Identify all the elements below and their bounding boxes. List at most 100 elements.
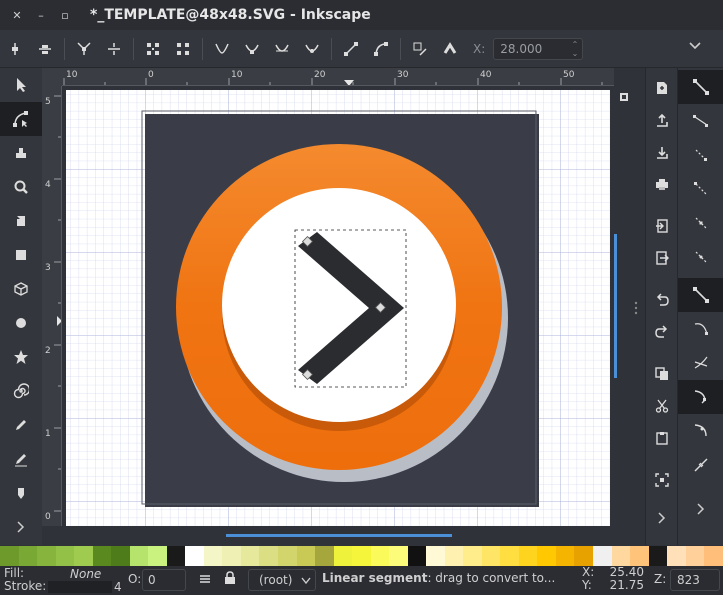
palette-swatch[interactable] <box>500 546 519 566</box>
snap-bbox-icon[interactable] <box>678 104 723 138</box>
palette-swatch[interactable] <box>463 546 482 566</box>
palette-swatch[interactable] <box>148 546 167 566</box>
palette-swatch[interactable] <box>685 546 705 566</box>
palette-swatch[interactable] <box>185 546 204 566</box>
more-tools-chevron-right-icon[interactable] <box>0 510 42 544</box>
x-stepper-icon[interactable]: ⌃ ⌄ <box>572 40 579 58</box>
panel-handle-icon[interactable] <box>634 300 638 316</box>
paste-icon[interactable] <box>646 422 678 454</box>
palette-swatch[interactable] <box>333 546 353 566</box>
cut-icon[interactable] <box>646 390 678 422</box>
import-icon[interactable] <box>646 210 678 242</box>
vertical-scrollbar[interactable] <box>614 86 645 540</box>
snap-bbox-center-icon[interactable] <box>678 240 723 274</box>
new-document-icon[interactable] <box>646 72 678 104</box>
export-icon[interactable] <box>646 242 678 274</box>
selector-tool-icon[interactable] <box>0 68 42 102</box>
zoom-selection-icon[interactable] <box>646 464 678 496</box>
palette-swatch[interactable] <box>240 546 260 566</box>
palette-swatch[interactable] <box>537 546 556 566</box>
palette-swatch[interactable] <box>370 546 390 566</box>
ellipse-tool-icon[interactable] <box>0 306 42 340</box>
spiral-tool-icon[interactable] <box>0 374 42 408</box>
vertical-scroll-thumb[interactable] <box>614 234 617 378</box>
join-nodes-icon[interactable] <box>69 34 99 64</box>
snap-more-chevron-right-icon[interactable] <box>678 492 723 526</box>
zoom-tool-icon[interactable] <box>0 170 42 204</box>
palette-swatch[interactable] <box>667 546 686 566</box>
save-document-icon[interactable] <box>646 136 678 168</box>
palette-swatch[interactable] <box>92 546 112 566</box>
snap-cusp-nodes-icon[interactable] <box>678 380 723 414</box>
delete-segment-icon[interactable] <box>168 34 198 64</box>
print-icon[interactable] <box>646 168 678 200</box>
palette-swatch[interactable] <box>259 546 278 566</box>
palette-swatch[interactable] <box>18 546 38 566</box>
undo-icon[interactable] <box>646 284 678 316</box>
snap-bbox-edge-icon[interactable] <box>678 138 723 172</box>
palette-swatch[interactable] <box>518 546 538 566</box>
palette-swatch[interactable] <box>222 546 241 566</box>
stroke-to-path-icon[interactable] <box>435 34 465 64</box>
horizontal-scroll-thumb[interactable] <box>226 534 452 537</box>
palette-swatch[interactable] <box>111 546 130 566</box>
palette-swatch[interactable] <box>74 546 93 566</box>
snap-smooth-nodes-icon[interactable] <box>678 414 723 448</box>
drawing-canvas[interactable] <box>62 86 614 526</box>
3dbox-tool-icon[interactable] <box>0 272 42 306</box>
pen-tool-icon[interactable] <box>0 442 42 476</box>
palette-swatch[interactable] <box>0 546 19 566</box>
palette-swatch[interactable] <box>407 546 427 566</box>
measure-tool-icon[interactable] <box>0 204 42 238</box>
palette-swatch[interactable] <box>296 546 316 566</box>
delete-nodes-icon[interactable] <box>30 34 60 64</box>
close-window-icon[interactable]: ✕ <box>10 8 24 22</box>
palette-swatch[interactable] <box>315 546 334 566</box>
stroke-indicator[interactable] <box>48 581 112 593</box>
break-path-icon[interactable] <box>99 34 129 64</box>
stroke-width-value[interactable]: 4 <box>114 580 122 594</box>
star-tool-icon[interactable] <box>0 340 42 374</box>
palette-swatch[interactable] <box>55 546 75 566</box>
node-symmetric-icon[interactable] <box>267 34 297 64</box>
palette-swatch[interactable] <box>444 546 464 566</box>
current-layer-dropdown[interactable]: (root) <box>248 569 316 591</box>
palette-swatch[interactable] <box>611 546 631 566</box>
palette-swatch[interactable] <box>555 546 575 566</box>
tweak-tool-icon[interactable] <box>0 136 42 170</box>
segment-curve-icon[interactable] <box>366 34 396 64</box>
snap-path-icon[interactable] <box>678 312 723 346</box>
calligraphy-tool-icon[interactable] <box>0 476 42 510</box>
palette-swatch[interactable] <box>481 546 501 566</box>
maximize-window-icon[interactable]: ▫ <box>58 8 72 22</box>
palette-swatch[interactable] <box>352 546 371 566</box>
node-smooth-icon[interactable] <box>237 34 267 64</box>
palette-swatch[interactable] <box>389 546 408 566</box>
snap-intersection-icon[interactable] <box>678 346 723 380</box>
fill-indicator[interactable]: None <box>70 567 101 581</box>
layers-icon[interactable] <box>198 572 212 586</box>
palette-swatch[interactable] <box>277 546 297 566</box>
pencil-tool-icon[interactable] <box>0 408 42 442</box>
toolbar-overflow-chevron-down-icon[interactable] <box>689 40 701 54</box>
open-document-icon[interactable] <box>646 104 678 136</box>
snap-enable-icon[interactable] <box>678 70 723 104</box>
rect-tool-icon[interactable] <box>0 238 42 272</box>
opacity-input[interactable]: 0 <box>142 569 186 591</box>
palette-swatch[interactable] <box>704 546 723 566</box>
zoom-input[interactable]: 823 <box>670 569 720 591</box>
minimize-window-icon[interactable]: – <box>34 8 48 22</box>
palette-swatch[interactable] <box>574 546 593 566</box>
snap-line-midpoints-icon[interactable] <box>678 448 723 482</box>
join-endnodes-icon[interactable] <box>138 34 168 64</box>
object-to-path-icon[interactable] <box>405 34 435 64</box>
rotate-lock-icon[interactable] <box>619 92 629 102</box>
commands-more-chevron-right-icon[interactable] <box>646 502 678 534</box>
snap-bbox-corner-icon[interactable] <box>678 172 723 206</box>
x-coordinate-input[interactable]: 28.000 ⌃ ⌄ <box>493 37 584 60</box>
redo-icon[interactable] <box>646 316 678 348</box>
snap-nodes-icon[interactable] <box>678 278 723 312</box>
insert-nodes-icon[interactable] <box>0 34 30 64</box>
vertical-ruler[interactable]: 5 4 3 2 1 0 <box>42 86 62 526</box>
palette-swatch[interactable] <box>129 546 149 566</box>
